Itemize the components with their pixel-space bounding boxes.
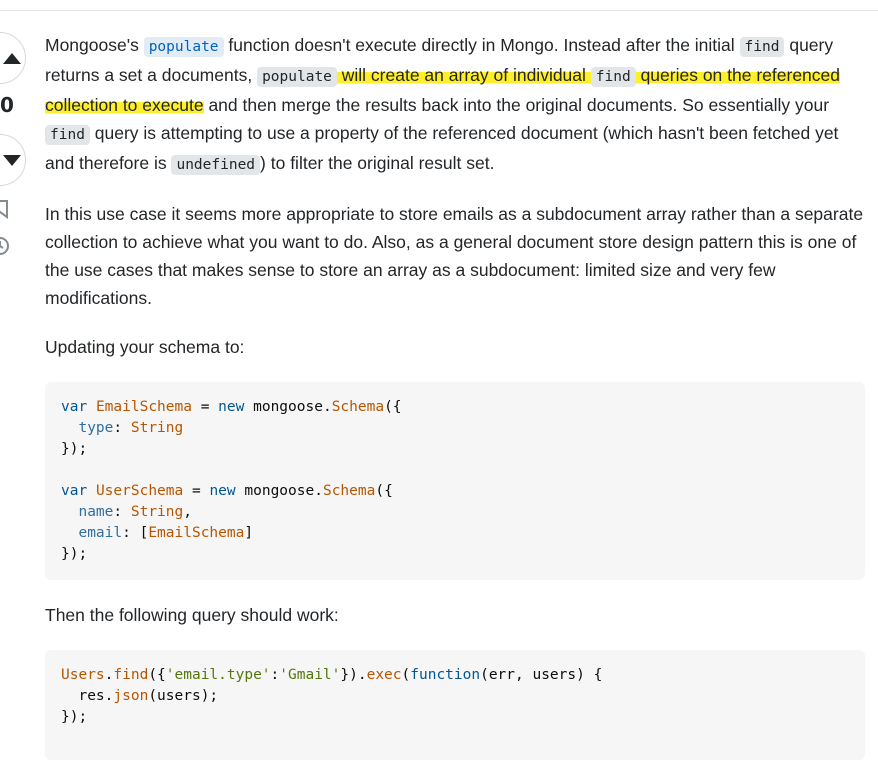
bookmark-icon[interactable] <box>0 199 10 219</box>
inline-code: undefined <box>171 155 261 175</box>
history-icon[interactable] <box>0 236 10 256</box>
downvote-button[interactable] <box>0 134 26 186</box>
answer-paragraph-3: Updating your schema to: <box>45 337 245 357</box>
text: Mongoose's <box>45 35 144 55</box>
text: ) to filter the original result set. <box>260 153 495 173</box>
inline-code: find <box>45 125 90 145</box>
query-code-block: Users.find({'email.type':'Gmail'}).exec(… <box>45 650 865 760</box>
text: and then merge the results back into the… <box>203 95 830 115</box>
populate-doc-link[interactable]: populate <box>143 35 224 57</box>
arrow-down-icon <box>3 155 21 166</box>
answer-paragraph-4: Then the following query should work: <box>45 605 339 625</box>
text: function doesn't execute directly in Mon… <box>223 35 740 55</box>
inline-code: find <box>590 67 636 87</box>
inline-code: find <box>739 37 785 57</box>
answer-paragraph-1: Mongoose's populate function doesn't exe… <box>45 31 865 179</box>
upvote-button[interactable] <box>0 32 26 84</box>
vote-count: 0 <box>0 93 14 117</box>
schema-code-block: var EmailSchema = new mongoose.Schema({ … <box>45 382 865 580</box>
inline-code: populate <box>143 37 224 57</box>
arrow-up-icon <box>3 53 21 64</box>
text: will create an array of individual <box>336 65 591 85</box>
answer-body: Mongoose's populate function doesn't exe… <box>45 31 865 781</box>
top-divider <box>0 10 878 11</box>
answer-paragraph-2: In this use case it seems more appropria… <box>45 204 864 308</box>
inline-code: populate <box>257 67 337 87</box>
